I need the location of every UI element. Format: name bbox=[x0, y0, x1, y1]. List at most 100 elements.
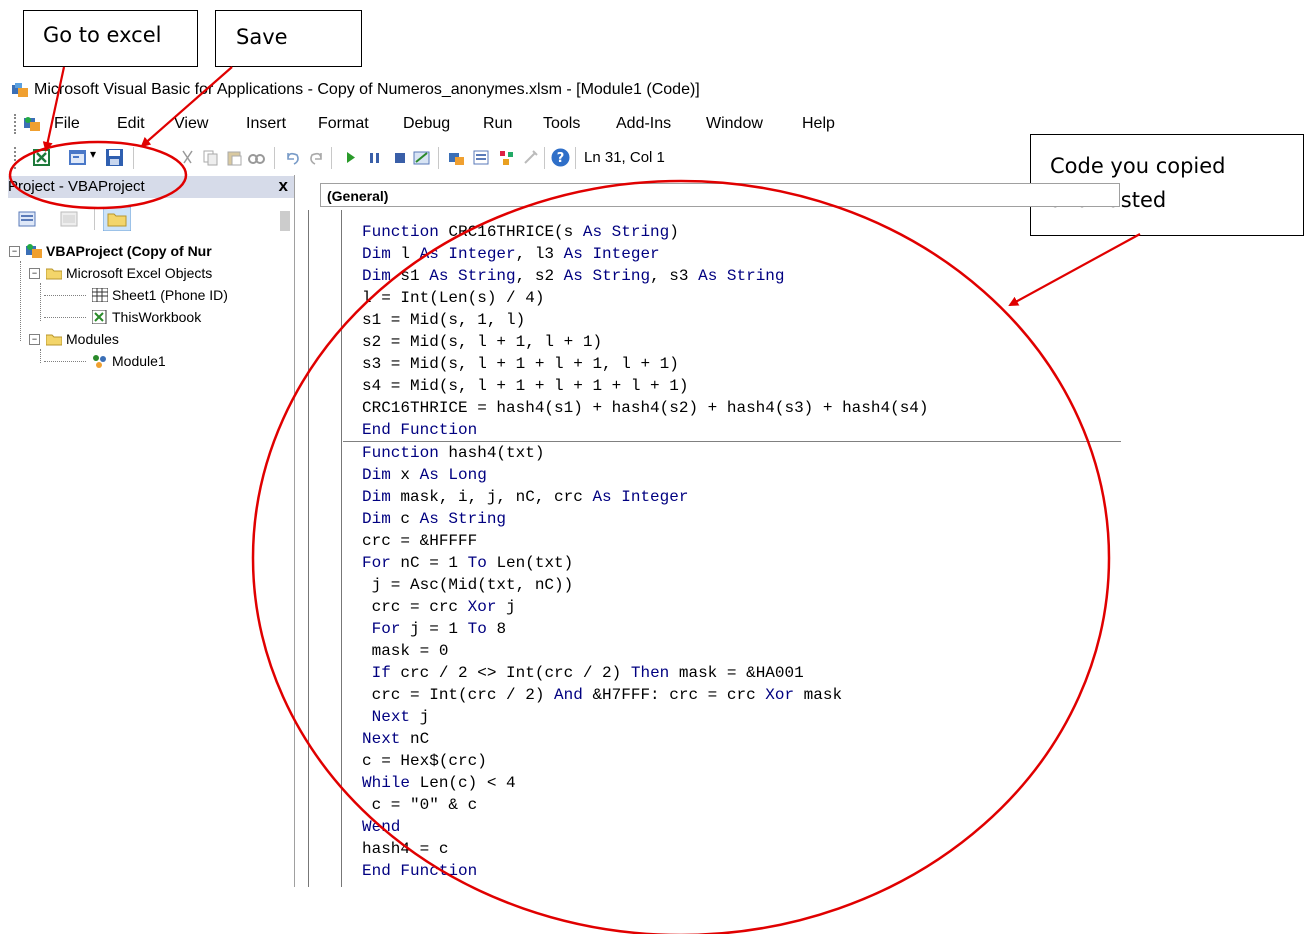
code-text: s1 bbox=[400, 267, 430, 285]
menu-insert[interactable]: Insert bbox=[246, 111, 286, 137]
code-text: c = Hex$(crc) bbox=[362, 752, 487, 770]
code-text: s2 = Mid(s, l + 1, l + 1) bbox=[362, 333, 603, 351]
reset-icon[interactable] bbox=[391, 149, 408, 166]
menu-format[interactable]: Format bbox=[318, 111, 369, 137]
code-line[interactable]: Next j bbox=[343, 706, 1121, 728]
code-text: mask bbox=[803, 686, 843, 704]
code-text: nC = 1 bbox=[400, 554, 468, 572]
code-line[interactable]: s3 = Mid(s, l + 1 + l + 1, l + 1) bbox=[343, 353, 1121, 375]
code-line[interactable]: s4 = Mid(s, l + 1 + l + 1 + l + 1) bbox=[343, 375, 1121, 397]
menu-file[interactable]: File bbox=[54, 111, 80, 137]
code-text: Len(c) < 4 bbox=[419, 774, 516, 792]
view-code-icon[interactable] bbox=[18, 211, 36, 227]
cursor-position: Ln 31, Col 1 bbox=[584, 149, 665, 166]
code-line[interactable]: s2 = Mid(s, l + 1, l + 1) bbox=[343, 331, 1121, 353]
code-line[interactable]: Dim x As Long bbox=[343, 464, 1121, 486]
code-keyword: As String bbox=[698, 267, 785, 285]
chevron-down-icon[interactable]: ▾ bbox=[90, 147, 96, 161]
menu-edit[interactable]: Edit bbox=[117, 111, 145, 137]
cut-icon[interactable] bbox=[179, 149, 196, 166]
menu-add-ins[interactable]: Add-Ins bbox=[616, 111, 671, 137]
code-line[interactable]: Dim s1 As String, s2 As String, s3 As St… bbox=[343, 265, 1121, 287]
code-line[interactable]: crc = &HFFFF bbox=[343, 530, 1121, 552]
excel-icon[interactable] bbox=[33, 149, 50, 166]
code-text: l = Int(Len(s) / 4) bbox=[362, 289, 545, 307]
code-keyword: Dim bbox=[362, 245, 401, 263]
menu-run[interactable]: Run bbox=[483, 111, 512, 137]
code-line[interactable]: Function CRC16THRICE(s As String) bbox=[343, 221, 1121, 243]
code-line[interactable]: Dim mask, i, j, nC, crc As Integer bbox=[343, 486, 1121, 508]
code-line[interactable]: If crc / 2 <> Int(crc / 2) Then mask = &… bbox=[343, 662, 1121, 684]
code-keyword: End Function bbox=[362, 862, 478, 880]
code-keyword: As String bbox=[429, 267, 516, 285]
help-icon[interactable]: ? bbox=[551, 148, 570, 167]
code-line[interactable]: End Function bbox=[343, 860, 1121, 882]
menu-window[interactable]: Window bbox=[706, 111, 763, 137]
tree-label-modules: Modules bbox=[66, 331, 119, 347]
code-line[interactable]: crc = crc Xor j bbox=[343, 596, 1121, 618]
code-line[interactable]: mask = 0 bbox=[343, 640, 1121, 662]
code-line[interactable]: c = "0" & c bbox=[343, 794, 1121, 816]
code-line[interactable]: While Len(c) < 4 bbox=[343, 772, 1121, 794]
code-line[interactable]: Dim c As String bbox=[343, 508, 1121, 530]
view-object-icon[interactable] bbox=[60, 211, 78, 227]
toggle-folders-icon[interactable] bbox=[103, 207, 131, 231]
code-line[interactable]: End Function bbox=[343, 419, 1121, 441]
save-icon[interactable] bbox=[106, 149, 123, 166]
code-keyword: As Long bbox=[419, 466, 487, 484]
window-titlebar: Microsoft Visual Basic for Applications … bbox=[8, 76, 1120, 104]
code-text: crc = Int(crc / 2) bbox=[362, 686, 555, 704]
menu-view[interactable]: View bbox=[174, 111, 208, 137]
tree-label-vbaproject: VBAProject (Copy of Nur bbox=[46, 243, 212, 259]
code-line[interactable]: s1 = Mid(s, 1, l) bbox=[343, 309, 1121, 331]
code-line[interactable]: Function hash4(txt) bbox=[343, 442, 1121, 464]
project-explorer-header: Project - VBAProject x bbox=[8, 176, 294, 198]
tree-label-module1: Module1 bbox=[112, 353, 166, 369]
run-icon[interactable] bbox=[342, 149, 359, 166]
menu-help[interactable]: Help bbox=[802, 111, 835, 137]
collapse-icon[interactable]: − bbox=[29, 268, 40, 279]
code-line[interactable]: hash4 = c bbox=[343, 838, 1121, 860]
code-line[interactable]: Dim l As Integer, l3 As Integer bbox=[343, 243, 1121, 265]
code-line[interactable]: l = Int(Len(s) / 4) bbox=[343, 287, 1121, 309]
folder-icon bbox=[46, 334, 62, 346]
code-line[interactable]: Wend bbox=[343, 816, 1121, 838]
code-text: nC bbox=[410, 730, 430, 748]
project-explorer-icon[interactable] bbox=[448, 149, 465, 166]
panel-scroll-handle[interactable] bbox=[280, 211, 290, 231]
code-keyword: Dim bbox=[362, 267, 401, 285]
code-keyword: Dim bbox=[362, 488, 401, 506]
collapse-icon[interactable]: − bbox=[9, 246, 20, 257]
code-editor[interactable]: Function CRC16THRICE(s As String) Dim l A… bbox=[343, 221, 1121, 882]
code-line[interactable]: c = Hex$(crc) bbox=[343, 750, 1121, 772]
vba-menu-icon[interactable] bbox=[22, 115, 42, 133]
copy-icon[interactable] bbox=[202, 149, 219, 166]
toolbox-icon[interactable] bbox=[522, 149, 539, 166]
undo-icon[interactable] bbox=[284, 149, 301, 166]
object-browser-icon[interactable] bbox=[498, 149, 515, 166]
code-line[interactable]: Next nC bbox=[343, 728, 1121, 750]
close-icon[interactable]: x bbox=[279, 175, 288, 197]
design-mode-icon[interactable] bbox=[413, 149, 430, 166]
code-keyword: And bbox=[554, 686, 593, 704]
properties-icon[interactable] bbox=[473, 149, 490, 166]
redo-icon[interactable] bbox=[308, 149, 325, 166]
code-line[interactable]: j = Asc(Mid(txt, nC)) bbox=[343, 574, 1121, 596]
collapse-icon[interactable]: − bbox=[29, 334, 40, 345]
insert-userform-icon[interactable] bbox=[69, 149, 86, 166]
code-text: s1 = Mid(s, 1, l) bbox=[362, 311, 526, 329]
object-dropdown[interactable]: (General) bbox=[320, 183, 1120, 207]
code-text: &H7FFF: crc = crc bbox=[592, 686, 766, 704]
code-line[interactable]: For j = 1 To 8 bbox=[343, 618, 1121, 640]
find-icon[interactable] bbox=[248, 149, 265, 166]
worksheet-icon bbox=[92, 288, 108, 302]
code-text: Len(txt) bbox=[496, 554, 574, 572]
menu-tools[interactable]: Tools bbox=[543, 111, 580, 137]
code-line[interactable]: For nC = 1 To Len(txt) bbox=[343, 552, 1121, 574]
paste-icon[interactable] bbox=[226, 149, 243, 166]
menu-debug[interactable]: Debug bbox=[403, 111, 450, 137]
break-icon[interactable] bbox=[366, 149, 383, 166]
code-line[interactable]: crc = Int(crc / 2) And &H7FFF: crc = crc… bbox=[343, 684, 1121, 706]
code-line[interactable]: CRC16THRICE = hash4(s1) + hash4(s2) + ha… bbox=[343, 397, 1121, 419]
